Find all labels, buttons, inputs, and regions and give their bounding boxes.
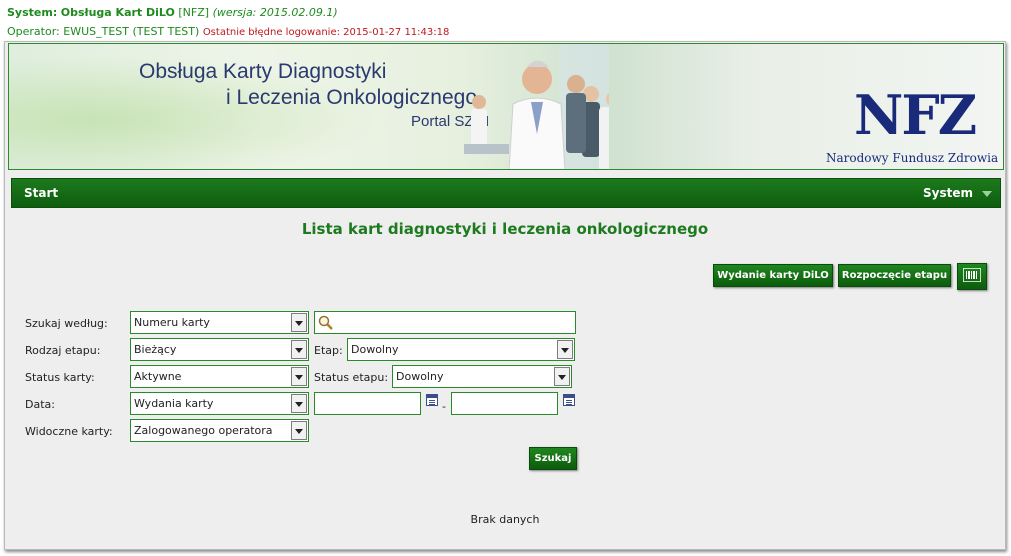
operator-info-line: Operator: EWUS_TEST (TEST TEST) Ostatnie… — [7, 25, 449, 38]
system-info-line: System: Obsługa Kart DiLO [NFZ] (wersja:… — [7, 6, 338, 19]
system-version: (wersja: 2015.02.09.1) — [212, 6, 338, 19]
search-button[interactable]: Szukaj — [529, 447, 577, 470]
operator-label: Operator: — [7, 25, 60, 38]
navigation-bar: Start System — [11, 178, 1001, 208]
chevron-down-icon[interactable] — [554, 367, 570, 386]
issue-card-button[interactable]: Wydanie karty DiLO — [713, 264, 833, 287]
nav-system-menu[interactable]: System — [923, 186, 973, 200]
main-frame: Obsługa Karty Diagnostyki i Leczenia Onk… — [4, 41, 1006, 550]
calendar-icon[interactable] — [563, 394, 575, 406]
operator-value: EWUS_TEST (TEST TEST) — [63, 25, 200, 38]
nav-start[interactable]: Start — [24, 186, 58, 200]
card-status-label: Status karty: — [25, 371, 95, 384]
stage-label: Etap: — [314, 344, 343, 357]
chevron-down-icon[interactable] — [291, 340, 307, 359]
date-label: Data: — [25, 398, 55, 411]
date-to-input[interactable] — [451, 392, 558, 415]
stage-type-select[interactable]: Bieżący — [130, 338, 309, 361]
system-label: System: — [7, 6, 58, 19]
search-icon — [318, 315, 333, 330]
chevron-down-icon[interactable] — [291, 421, 307, 440]
doctors-photo — [464, 44, 609, 169]
search-by-label: Szukaj według: — [25, 317, 108, 330]
nfz-name: Narodowy Fundusz Zdrowia — [826, 151, 999, 165]
date-type-select[interactable]: Wydania karty — [130, 392, 309, 415]
visible-cards-label: Widoczne karty: — [25, 425, 113, 438]
stage-status-select[interactable]: Dowolny — [392, 365, 572, 388]
no-data-message: Brak danych — [470, 513, 540, 526]
barcode-button[interactable] — [957, 263, 987, 290]
stage-select[interactable]: Dowolny — [347, 338, 575, 361]
chevron-down-icon[interactable] — [291, 394, 307, 413]
chevron-down-icon[interactable] — [291, 313, 307, 332]
system-tag: [NFZ] — [178, 6, 210, 19]
calendar-icon[interactable] — [426, 394, 438, 406]
search-input[interactable] — [314, 311, 576, 334]
nfz-logo: NFZ — [854, 83, 977, 147]
search-by-select[interactable]: Numeru karty — [130, 311, 309, 334]
card-status-select[interactable]: Aktywne — [130, 365, 309, 388]
system-name: Obsługa Kart DiLO — [60, 6, 175, 19]
banner: Obsługa Karty Diagnostyki i Leczenia Onk… — [8, 43, 1004, 170]
chevron-down-icon[interactable] — [291, 367, 307, 386]
date-from-input[interactable] — [314, 392, 421, 415]
stage-type-label: Rodzaj etapu: — [25, 344, 101, 357]
visible-cards-select[interactable]: Zalogowanego operatora — [130, 419, 309, 442]
stage-status-label: Status etapu: — [314, 371, 389, 384]
barcode-icon — [963, 268, 981, 282]
banner-title-line1: Obsługa Karty Diagnostyki — [139, 60, 387, 83]
chevron-down-icon[interactable] — [557, 340, 573, 359]
start-stage-button[interactable]: Rozpoczęcie etapu — [838, 264, 951, 287]
date-separator: - — [442, 400, 446, 413]
page-title: Lista kart diagnostyki i leczenia onkolo… — [301, 220, 709, 238]
last-failed-login: Ostatnie błędne logowanie: 2015-01-27 11… — [202, 27, 450, 38]
chevron-down-icon[interactable] — [982, 191, 992, 197]
